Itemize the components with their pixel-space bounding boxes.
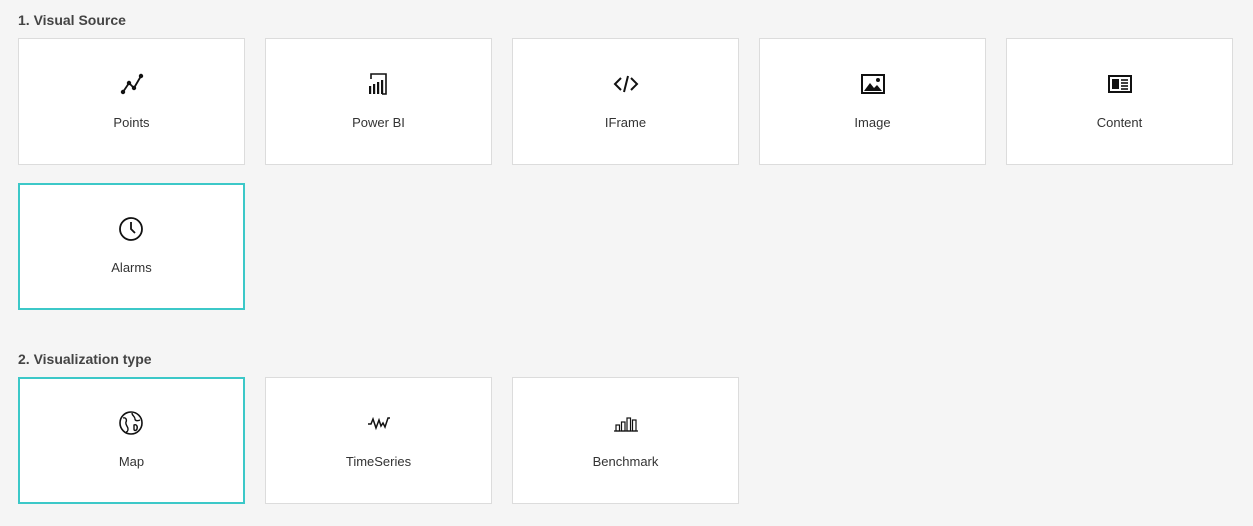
visualization-type-title: 2. Visualization type	[18, 351, 152, 367]
pulse-icon	[366, 410, 392, 436]
image-icon	[860, 71, 886, 97]
type-card-benchmark[interactable]: Benchmark	[512, 377, 739, 504]
source-card-label: Points	[113, 115, 150, 130]
source-card-iframe[interactable]: IFrame	[512, 38, 739, 165]
content-icon	[1107, 71, 1133, 97]
source-card-label: Content	[1096, 115, 1143, 130]
globe-icon	[118, 410, 144, 436]
visual-source-title: 1. Visual Source	[18, 12, 126, 28]
type-card-label: Benchmark	[592, 454, 659, 469]
source-card-label: Image	[854, 115, 891, 130]
clock-icon	[118, 216, 144, 242]
source-card-alarms[interactable]: Alarms	[18, 183, 245, 310]
source-card-content[interactable]: Content	[1006, 38, 1233, 165]
source-card-power-bi[interactable]: Power BI	[265, 38, 492, 165]
type-card-label: TimeSeries	[345, 454, 412, 469]
power-bi-icon	[366, 71, 392, 97]
type-card-timeseries[interactable]: TimeSeries	[265, 377, 492, 504]
source-card-label: IFrame	[604, 115, 647, 130]
bar-chart-icon	[613, 410, 639, 436]
source-card-image[interactable]: Image	[759, 38, 986, 165]
source-card-label: Alarms	[111, 260, 152, 275]
type-card-map[interactable]: Map	[18, 377, 245, 504]
code-icon	[613, 71, 639, 97]
type-card-label: Map	[118, 454, 145, 469]
source-card-label: Power BI	[352, 115, 405, 130]
source-card-points[interactable]: Points	[18, 38, 245, 165]
line-points-icon	[119, 71, 145, 97]
